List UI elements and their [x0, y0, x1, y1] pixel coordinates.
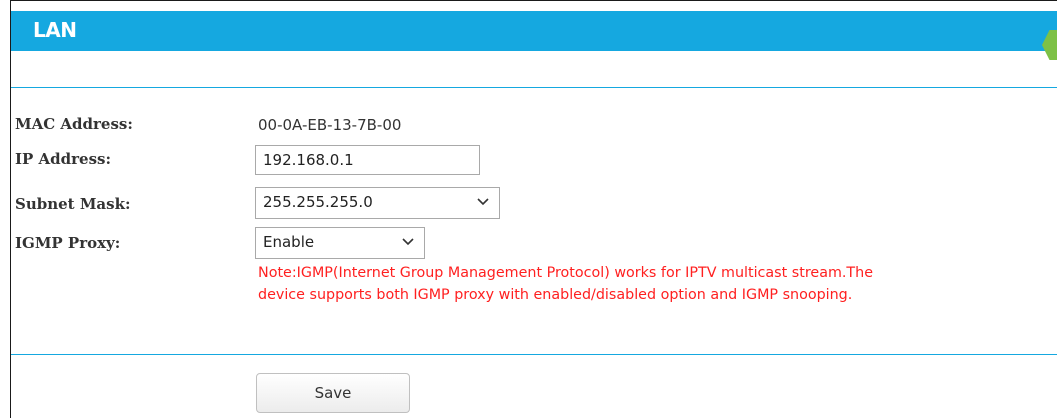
subnet-mask-label: Subnet Mask: — [15, 195, 131, 213]
section-title: LAN — [33, 18, 77, 42]
igmp-proxy-value: Enable — [263, 233, 315, 251]
mac-address-value: 00-0A-EB-13-7B-00 — [258, 116, 402, 134]
subnet-mask-select[interactable]: 255.255.255.0 — [255, 187, 500, 219]
igmp-proxy-select[interactable]: Enable — [255, 227, 425, 259]
igmp-note-line-1: Note:IGMP(Internet Group Management Prot… — [258, 265, 874, 281]
chevron-down-icon — [402, 238, 414, 246]
section-header: LAN — [11, 11, 1057, 60]
igmp-note-line-2: device supports both IGMP proxy with ena… — [258, 287, 853, 303]
subnet-mask-value: 255.255.255.0 — [263, 193, 373, 211]
igmp-note: Note:IGMP(Internet Group Management Prot… — [258, 262, 1048, 306]
chevron-down-icon — [477, 198, 489, 206]
ip-address-label: IP Address: — [15, 150, 112, 168]
panel-frame — [10, 0, 1057, 418]
divider-top — [11, 87, 1057, 88]
igmp-proxy-label: IGMP Proxy: — [15, 234, 121, 252]
save-button[interactable]: Save — [256, 373, 410, 413]
divider-bottom — [11, 354, 1057, 355]
mac-address-label: MAC Address: — [15, 115, 133, 133]
ip-address-input[interactable]: 192.168.0.1 — [255, 145, 480, 175]
